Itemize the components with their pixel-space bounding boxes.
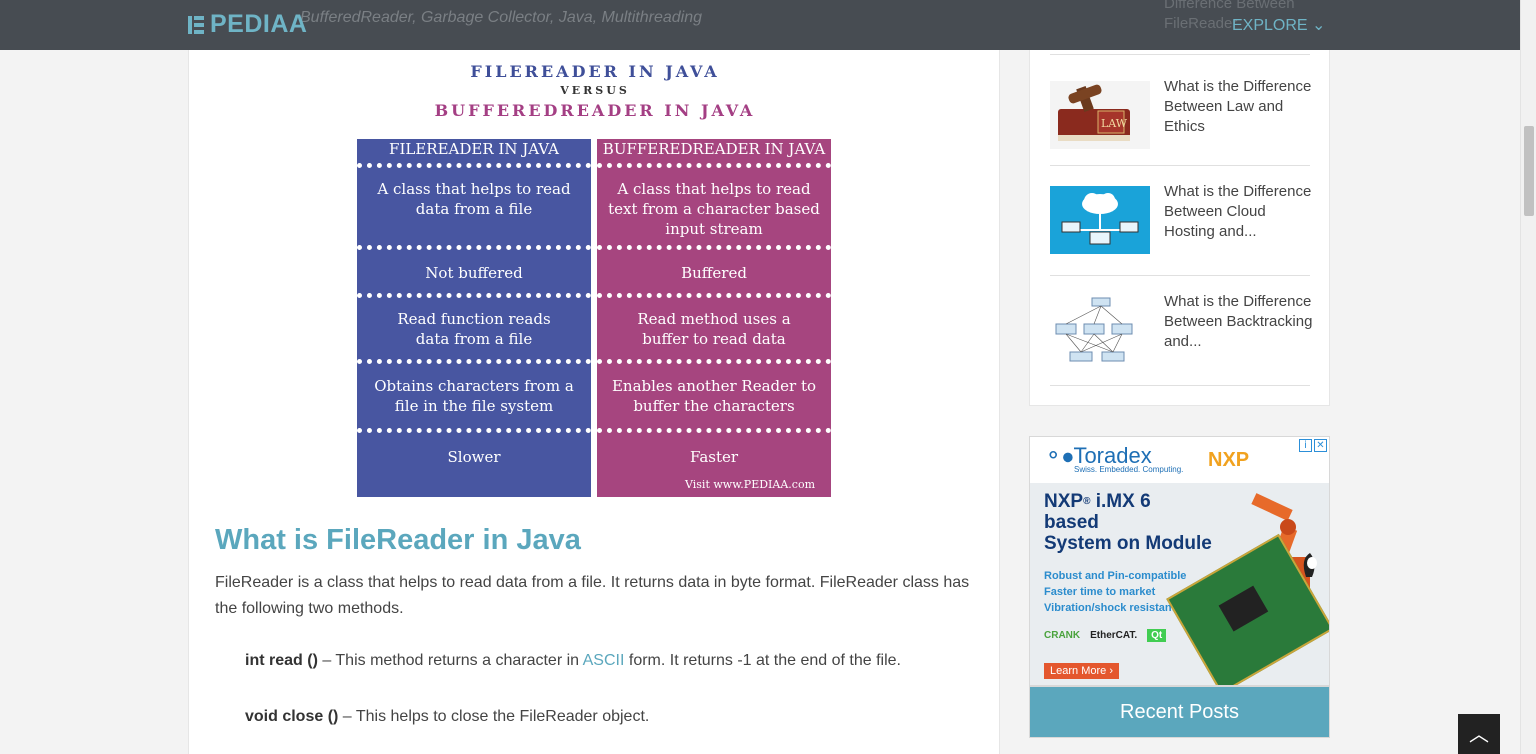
ethercat-logo: EtherCAT. — [1090, 630, 1138, 641]
explore-menu-button[interactable]: EXPLORE ⌄ — [1232, 15, 1325, 35]
infographic-left-column: FILEREADER IN JAVA A class that helps to… — [357, 139, 591, 497]
cloud-hosting-image[interactable] — [1050, 186, 1150, 254]
method-desc: – This method returns a character in — [317, 652, 583, 669]
ad-tagline: Swiss. Embedded. Computing. — [1074, 465, 1184, 474]
ad-partner-logo: NXP — [1208, 449, 1250, 471]
right-row-5: Faster — [689, 448, 739, 466]
ad-controls: i ✕ — [1299, 439, 1327, 453]
svg-text:LAW: LAW — [1101, 117, 1128, 130]
ad-feature: Faster time to market — [1044, 586, 1156, 598]
infographic-credit: Visit www.PEDIAA.com — [685, 478, 815, 491]
page-scrollbar[interactable] — [1520, 0, 1536, 754]
faded-tags-text: BufferedReader, Garbage Collector, Java,… — [300, 9, 703, 26]
right-row-3: Read method uses a buffer to read data — [637, 310, 791, 348]
explore-label: EXPLORE — [1232, 17, 1308, 34]
sidebar-post-title[interactable]: What is the Difference Between Law and E… — [1164, 77, 1314, 137]
sidebar-post[interactable]: LAW What is the Difference Between Law a… — [1050, 78, 1311, 161]
backtracking-diagram-image[interactable] — [1050, 296, 1150, 364]
infographic-subtitle: BUFFEREDREADER IN JAVA — [434, 101, 756, 120]
method-desc-end: form. It returns -1 at the end of the fi… — [624, 652, 901, 669]
sidebar-post[interactable]: What is the Difference Between Cloud Hos… — [1050, 183, 1311, 266]
site-header: BufferedReader, Garbage Collector, Java,… — [0, 0, 1520, 50]
sidebar-post[interactable]: What is the Difference Between Backtrack… — [1050, 293, 1312, 376]
chevron-right-icon: › — [1109, 665, 1113, 677]
logo-text: PEDIAA — [210, 10, 308, 38]
ad-feature: Robust and Pin-compatible — [1044, 570, 1187, 582]
section-paragraph: FileReader is a class that helps to read… — [215, 574, 970, 617]
ad-partner-logos: CRANK EtherCAT. Qt — [1044, 629, 1167, 642]
site-logo[interactable]: PEDIAA — [188, 10, 307, 39]
method-item: void close () – This helps to close the … — [245, 708, 649, 726]
method-name: int read () — [245, 652, 318, 669]
right-row-1: A class that helps to read text from a c… — [608, 180, 820, 238]
chevron-down-icon: ⌄ — [1312, 17, 1326, 34]
left-column-header: FILEREADER IN JAVA — [389, 140, 559, 158]
learn-more-button[interactable]: Learn More › — [1044, 663, 1119, 679]
left-row-1: A class that helps to read data from a f… — [377, 180, 571, 218]
comparison-infographic: FILEREADER IN JAVA VERSUS BUFFEREDREADER… — [357, 62, 833, 497]
advertisement[interactable]: ⚬⦁Toradex Swiss. Embedded. Computing. NX… — [1029, 436, 1330, 686]
infographic-right-column: BUFFEREDREADER IN JAVA A class that help… — [597, 139, 831, 497]
method-name: void close () — [245, 708, 339, 725]
right-row-2: Buffered — [681, 264, 747, 282]
right-column-header: BUFFEREDREADER IN JAVA — [602, 140, 826, 158]
logo-mark-icon — [188, 15, 204, 34]
ad-banner-top: ⚬⦁Toradex Swiss. Embedded. Computing. NX… — [1030, 437, 1329, 483]
info-icon[interactable]: i — [1299, 439, 1312, 452]
infographic-title: FILEREADER IN JAVA — [470, 62, 720, 81]
left-row-2: Not buffered — [425, 264, 523, 282]
back-to-top-button[interactable]: ︿ — [1458, 714, 1500, 754]
qt-logo: Qt — [1147, 629, 1167, 642]
sidebar-post-title[interactable]: What is the Difference Between Cloud Hos… — [1164, 182, 1314, 242]
toradex-logo-icon: ⚬⦁ — [1044, 443, 1074, 468]
infographic-versus: VERSUS — [560, 84, 630, 97]
method-desc: – This helps to close the FileReader obj… — [338, 708, 650, 725]
left-row-3: Read function reads data from a file — [397, 310, 551, 348]
ad-headline: NXP® i.MX 6 based System on Module — [1044, 491, 1212, 554]
ad-feature: Vibration/shock resistant — [1044, 602, 1176, 614]
chevron-up-icon: ︿ — [1469, 722, 1489, 746]
method-item: int read () – This method returns a char… — [245, 652, 901, 670]
left-row-4: Obtains characters from a file in the fi… — [374, 377, 574, 415]
sidebar-post-title[interactable]: What is the Difference Between Backtrack… — [1164, 292, 1314, 352]
recent-posts-heading: Recent Posts — [1029, 686, 1330, 738]
left-row-5: Slower — [447, 448, 501, 466]
sidebar-related-posts: LAW What is the Difference Between Law a… — [1029, 50, 1330, 406]
article-content: FILEREADER IN JAVA VERSUS BUFFEREDREADER… — [188, 50, 1000, 754]
section-heading: What is FileReader in Java — [215, 524, 581, 556]
close-icon[interactable]: ✕ — [1314, 439, 1327, 452]
law-book-gavel-image[interactable]: LAW — [1050, 81, 1150, 149]
ascii-link[interactable]: ASCII — [583, 652, 625, 669]
scrollbar-thumb[interactable] — [1524, 126, 1534, 216]
ad-features: Robust and Pin-compatible Faster time to… — [1044, 568, 1186, 616]
crank-logo: CRANK — [1044, 630, 1081, 641]
right-row-4: Enables another Reader to buffer the cha… — [611, 377, 817, 415]
